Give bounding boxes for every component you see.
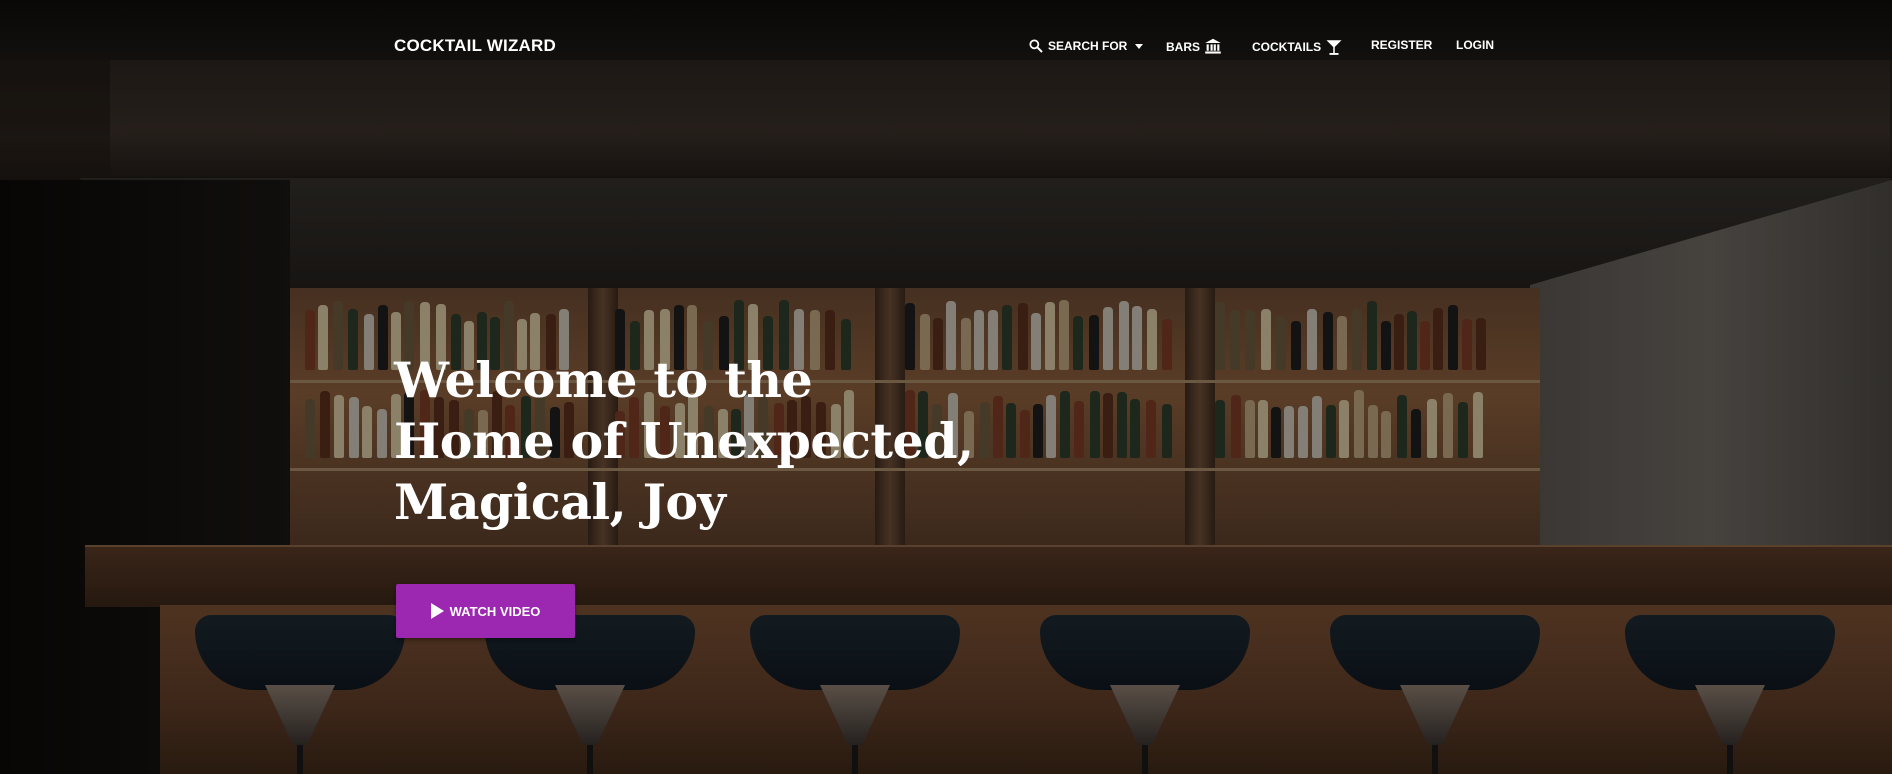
headline-line: Welcome to the <box>394 351 813 409</box>
watch-video-label: WATCH VIDEO <box>449 603 541 619</box>
bank-icon <box>1204 38 1222 55</box>
search-icon <box>1028 38 1044 54</box>
hero-section: COCKTAIL WIZARD SEARCH FOR BARS COCKTAIL… <box>0 0 1892 774</box>
nav-search-for-label: SEARCH FOR <box>1048 39 1128 53</box>
martini-glass-icon <box>1325 38 1343 56</box>
hero-headline: Welcome to the Home of Unexpected, Magic… <box>394 350 974 533</box>
play-icon <box>430 603 444 619</box>
nav-bars-label: BARS <box>1166 39 1201 54</box>
nav-bars[interactable]: BARS <box>1166 38 1222 55</box>
nav-login[interactable]: LOGIN <box>1456 38 1494 52</box>
nav-register-label: REGISTER <box>1371 38 1433 52</box>
headline-line: Magical, Joy <box>394 473 726 531</box>
nav-search-for-dropdown[interactable]: SEARCH FOR <box>1028 38 1144 54</box>
watch-video-button[interactable]: WATCH VIDEO <box>396 584 575 638</box>
headline-line: Home of Unexpected, <box>394 412 974 470</box>
nav-cocktails[interactable]: COCKTAILS <box>1252 38 1343 56</box>
caret-down-icon <box>1135 43 1144 49</box>
nav-register[interactable]: REGISTER <box>1371 38 1432 52</box>
navbar: COCKTAIL WIZARD SEARCH FOR BARS COCKTAIL… <box>0 0 1892 92</box>
brand-logo[interactable]: COCKTAIL WIZARD <box>394 36 556 56</box>
nav-login-label: LOGIN <box>1456 38 1494 52</box>
nav-cocktails-label: COCKTAILS <box>1252 40 1322 54</box>
